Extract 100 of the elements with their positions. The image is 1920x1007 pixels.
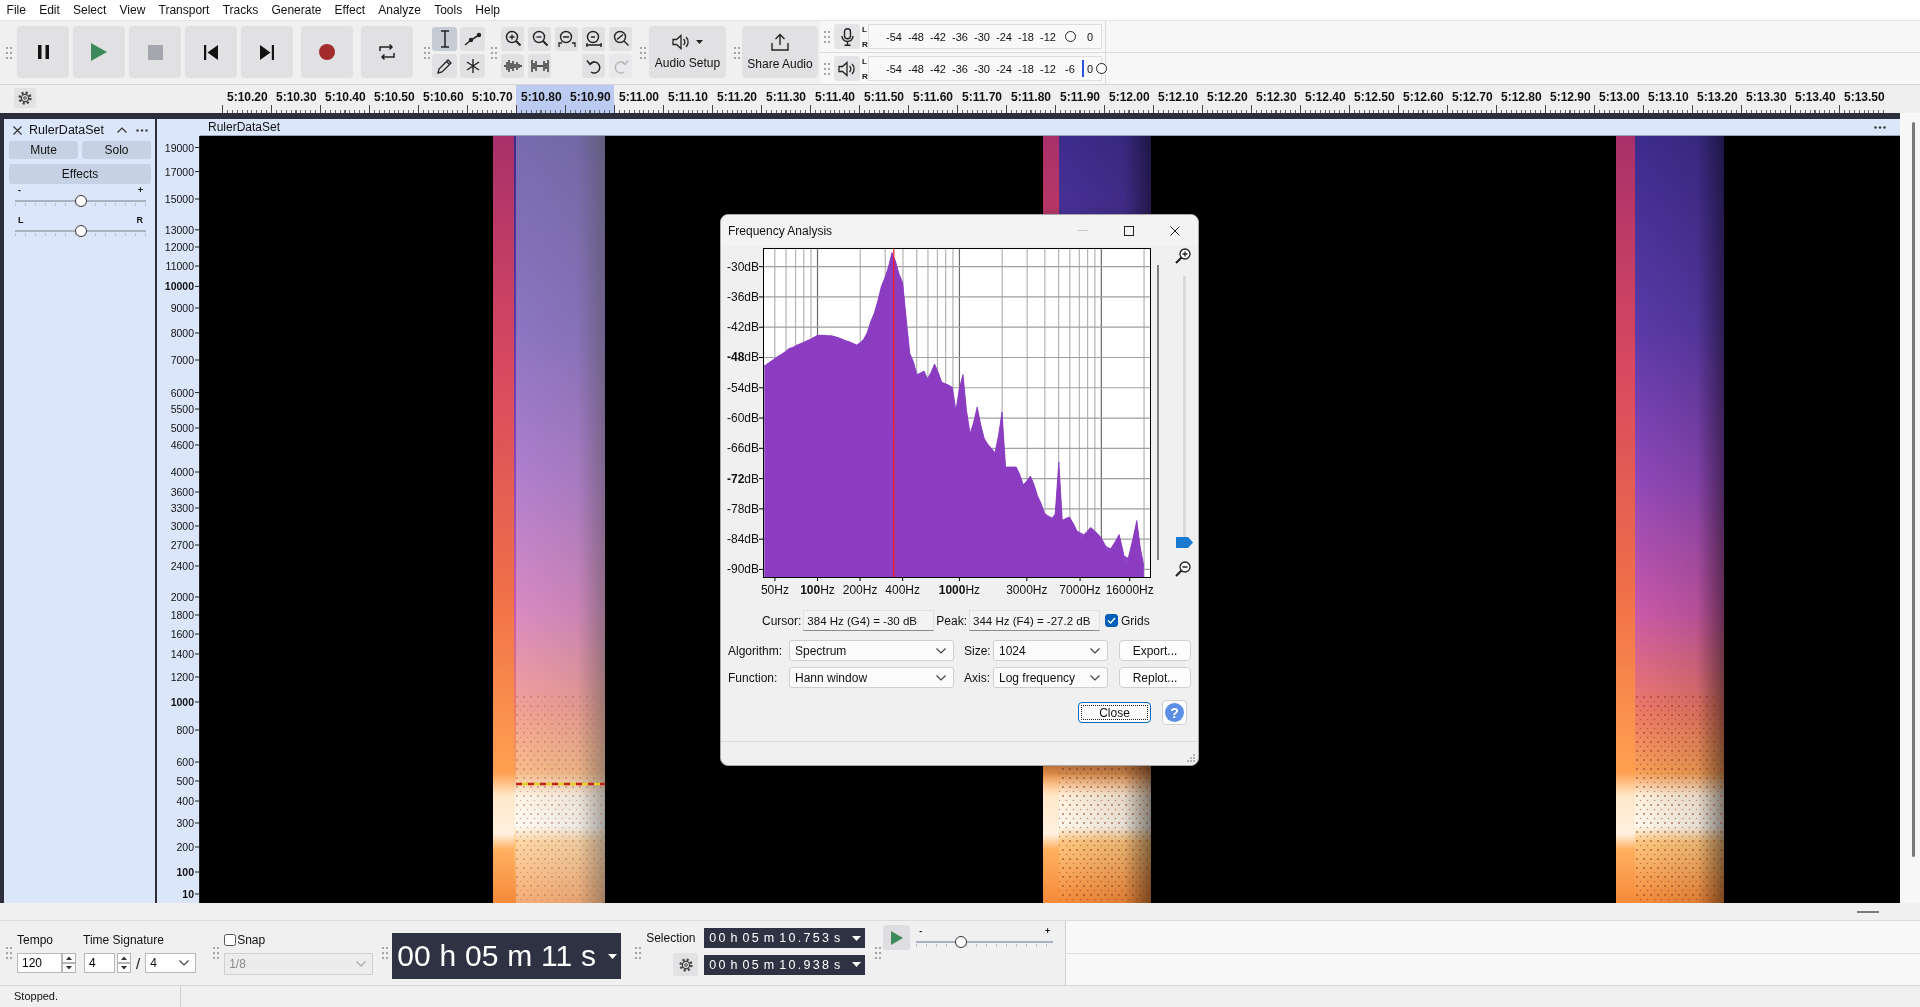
zoom-toggle-button[interactable] (609, 27, 632, 51)
slider-thumb[interactable] (1064, 31, 1076, 42)
axis-select[interactable]: Log frequency (993, 667, 1108, 688)
meter-scale-label: -18 (1017, 62, 1035, 75)
recording-meter[interactable]: -54 -48 -42 -36 -30 -24 -18 -12 0 (868, 24, 1102, 49)
record-meter-button[interactable] (834, 24, 860, 49)
envelope-tool-button[interactable] (460, 27, 485, 51)
spinner-arrows-icon[interactable] (62, 953, 76, 973)
menu-item[interactable]: Edit (32, 2, 67, 18)
mute-button[interactable]: Mute (9, 141, 78, 159)
menu-item[interactable]: Transport (151, 2, 217, 18)
slider-thumb[interactable] (1176, 537, 1193, 549)
record-button[interactable] (301, 26, 353, 78)
pause-button[interactable] (17, 26, 69, 78)
menu-item[interactable]: Help (468, 2, 507, 18)
grip-icon[interactable] (213, 947, 220, 959)
menu-item[interactable]: Generate (264, 2, 328, 18)
size-select[interactable]: 1024 (993, 640, 1108, 661)
close-dialog-button[interactable]: Close (1078, 702, 1151, 723)
grip-icon[interactable] (824, 62, 830, 75)
track-title-bar[interactable]: RulerDataSet (200, 119, 1900, 136)
track-name[interactable]: RulerDataSet (29, 123, 117, 137)
menu-item[interactable]: Tracks (216, 2, 265, 18)
close-icon[interactable] (13, 125, 22, 135)
menu-item[interactable]: Select (66, 2, 113, 18)
replot-button[interactable]: Replot... (1119, 667, 1191, 688)
frequency-label: 4000 (170, 465, 194, 479)
zoom-in-button[interactable] (501, 27, 524, 51)
grip-icon[interactable] (6, 947, 12, 959)
selection-settings-button[interactable] (673, 953, 699, 976)
silence-button[interactable] (528, 54, 551, 78)
grip-icon[interactable] (734, 46, 740, 59)
grip-icon[interactable] (640, 46, 646, 59)
function-select[interactable]: Hann window (789, 667, 954, 688)
skip-to-end-button[interactable] (241, 26, 293, 78)
cursor-field[interactable]: 384 Hz (G4) = -30 dB (803, 610, 935, 631)
pencil-icon (436, 58, 453, 74)
vertical-scrollbar[interactable] (1157, 265, 1159, 560)
resize-handle-icon[interactable] (1857, 911, 1879, 913)
zoom-out-icon[interactable] (1175, 561, 1191, 577)
audio-setup-button[interactable]: Audio Setup (649, 26, 726, 78)
dialog-title: Frequency Analysis (728, 223, 833, 238)
skip-to-end-icon (260, 44, 274, 60)
more-options-icon[interactable] (1874, 125, 1886, 129)
time-signature-lower-select[interactable]: 4 (145, 953, 197, 973)
frequency-label: 200 (176, 840, 194, 854)
playback-meter-button[interactable] (834, 56, 860, 81)
meter-scale-label: -24 (995, 30, 1013, 43)
selection-start-field[interactable]: 00 h 05 m 10.753 s (704, 928, 866, 948)
grip-icon[interactable] (491, 46, 497, 59)
algorithm-select[interactable]: Spectrum (789, 640, 954, 661)
time-display[interactable]: 00 h 05 m 11 s (392, 933, 622, 979)
grip-icon[interactable] (382, 947, 389, 959)
meter-scale-label: 0 (1086, 62, 1093, 75)
effects-button[interactable]: Effects (9, 164, 151, 184)
menu-item[interactable]: Effect (328, 2, 372, 18)
grids-checkbox[interactable] (1105, 614, 1119, 627)
timeline-settings-button[interactable] (14, 88, 36, 108)
grip-icon[interactable] (824, 30, 830, 43)
play-at-speed-button[interactable] (883, 925, 911, 950)
grip-icon[interactable] (635, 947, 642, 959)
solo-button[interactable]: Solo (82, 141, 151, 159)
slider-thumb[interactable] (955, 936, 968, 948)
multi-tool-button[interactable] (460, 54, 485, 78)
selection-end-field[interactable]: 00 h 05 m 10.938 s (704, 954, 866, 975)
meter-scale-label: -54 (885, 30, 903, 43)
caret-up-icon[interactable] (117, 127, 127, 133)
frequency-label: 600 (176, 755, 194, 769)
frequency-label: 5500 (170, 402, 194, 416)
skip-to-start-button[interactable] (185, 26, 237, 78)
fit-selection-button[interactable] (555, 27, 578, 51)
channel-label: L (862, 56, 868, 66)
slider-label: + (1044, 927, 1051, 936)
menu-item[interactable]: View (112, 2, 152, 18)
slider-thumb[interactable] (74, 225, 87, 237)
zoom-in-icon[interactable] (1175, 248, 1191, 264)
slider-thumb[interactable] (74, 195, 87, 207)
checkbox-label[interactable]: Grids (1121, 613, 1150, 628)
fit-project-button[interactable] (582, 27, 605, 51)
menu-item[interactable]: Analyze (371, 2, 428, 18)
peak-field[interactable]: 344 Hz (F4) = -27.2 dB (969, 610, 1101, 631)
loop-button[interactable] (361, 26, 413, 78)
menu-item[interactable]: Tools (427, 2, 469, 18)
time-signature-upper-field[interactable]: 4 (84, 953, 115, 973)
selection-tool-button[interactable] (432, 27, 457, 51)
grip-icon[interactable] (875, 947, 882, 959)
trim-button[interactable] (501, 54, 524, 78)
undo-button[interactable] (582, 54, 605, 78)
vertical-scrollbar[interactable] (1912, 122, 1915, 857)
zoom-out-button[interactable] (528, 27, 551, 51)
spinner-arrows-icon[interactable] (117, 953, 131, 973)
grip-icon[interactable] (424, 46, 430, 59)
more-options-icon[interactable] (136, 128, 148, 132)
menu-item[interactable]: File (0, 2, 33, 18)
tempo-field[interactable]: 120 (17, 953, 62, 973)
resize-grip-icon[interactable] (1187, 754, 1195, 762)
share-audio-button[interactable]: Share Audio (742, 26, 818, 78)
export-button[interactable]: Export... (1119, 640, 1191, 661)
grip-icon[interactable] (6, 46, 12, 59)
draw-tool-button[interactable] (432, 54, 457, 78)
